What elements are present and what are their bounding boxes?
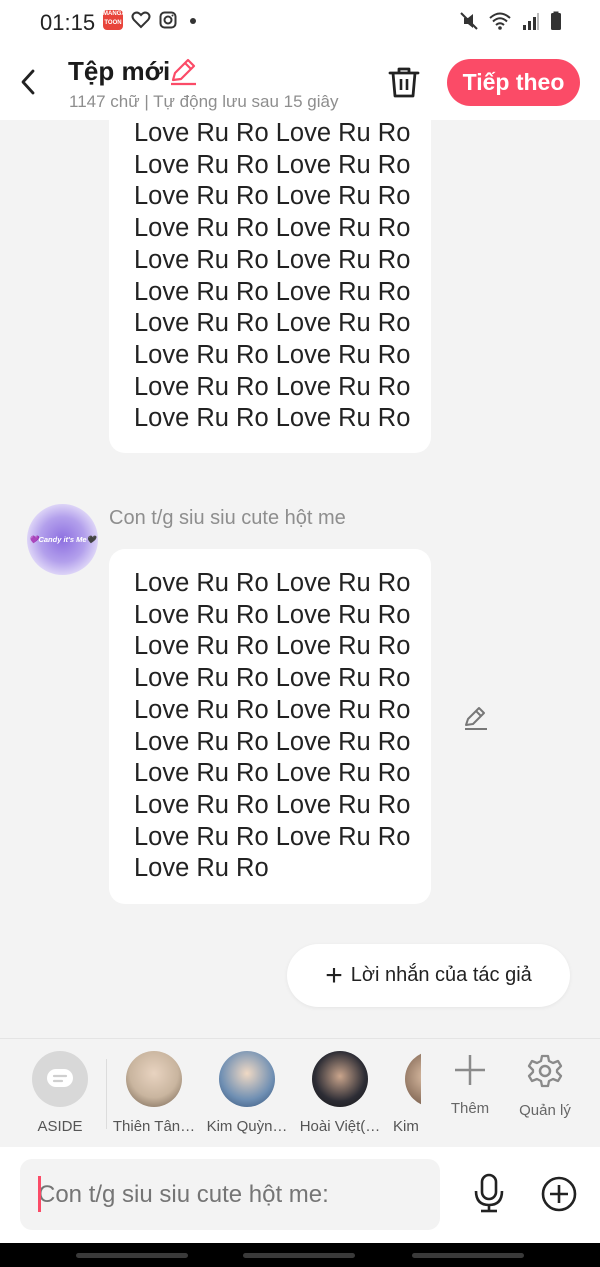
character-name: Kim [393,1118,419,1135]
message-line: Love Ru Ro Love Ru Ro [134,182,411,211]
status-time: 01:15 [40,10,96,35]
aside-circle [32,1051,88,1107]
author-note-label: Lời nhắn của tác giả [350,964,532,986]
character-item[interactable]: Thiên Tân… [109,1051,199,1135]
manage-button[interactable]: Quản lý [505,1053,585,1119]
chevron-left-icon [21,69,35,95]
aside-button[interactable]: ASIDE [15,1051,105,1135]
text-caret [38,1176,41,1212]
status-bar: 01:15 MANGA TOON [0,0,600,44]
wifi-icon [489,12,511,30]
avatar [126,1051,182,1107]
add-circle-icon[interactable] [540,1175,578,1213]
trash-icon[interactable] [386,64,422,100]
message-line: Love Ru Ro Love Ru Ro [134,277,411,306]
chat-bubble-icon [47,1069,73,1087]
avatar [312,1051,368,1107]
divider [106,1059,107,1129]
character-item[interactable]: Hoài Việt(… [295,1051,385,1135]
message-line: Love Ru Ro Love Ru Ro [134,372,411,401]
avatar [405,1051,421,1107]
add-label: Thêm [450,1100,490,1117]
message-line: Love Ru Ro Love Ru Ro [134,309,411,338]
mangatoon-app-icon: MANGA TOON [103,10,123,30]
sender-name: Con t/g siu siu cute hột me [109,507,346,529]
message-line: Love Ru Ro Love Ru Ro [134,569,411,597]
page-title: Tệp mới [68,56,171,86]
story-content[interactable]: Love Ru Ro Love Ru Ro Love Ru Ro Love Ru… [0,120,600,1038]
message-line: Love Ru Ro Love Ru Ro [134,404,411,433]
message-line: Love Ru Ro Love Ru Ro [134,727,411,756]
sender-avatar[interactable]: 💜Candy it's Me🖤 [27,504,98,575]
plus-icon [455,1055,485,1085]
message-line: Love Ru Ro Love Ru Ro [134,214,411,243]
message-line: Love Ru Ro Love Ru Ro [134,120,411,147]
plus-icon: + [325,958,343,992]
message-line: Love Ru Ro Love Ru Ro [134,790,411,819]
editor-header: Tệp mới 1147 chữ | Tự động lưu sau 15 gi… [0,44,600,120]
sender-avatar-text: 💜Candy it's Me🖤 [29,535,96,544]
composer [0,1147,600,1243]
mute-icon [460,12,478,30]
status-app-icons: MANGA TOON [103,10,199,30]
system-nav-bar [0,1243,600,1267]
add-character-button[interactable]: Thêm [430,1053,510,1117]
status-system-icons [460,11,562,31]
microphone-icon[interactable] [470,1173,508,1213]
message-line: Love Ru Ro Love Ru Ro [134,664,411,693]
pencil-icon[interactable] [168,56,198,86]
character-item[interactable]: Kim [389,1051,421,1135]
message-line: Love Ru Ro Love Ru Ro [134,150,411,179]
next-button[interactable]: Tiếp theo [447,59,580,106]
message-bubble[interactable]: Love Ru Ro Love Ru Ro Love Ru Ro Love Ru… [109,549,431,904]
edit-message-icon[interactable] [462,704,490,732]
message-line: Love Ru Ro Love Ru Ro [134,340,411,369]
message-line: Love Ru Ro Love Ru Ro [134,695,411,724]
avatar [219,1051,275,1107]
message-line: Love Ru Ro Love Ru Ro [134,759,411,788]
aside-label: ASIDE [37,1118,83,1135]
gear-icon [527,1054,563,1088]
message-input[interactable] [20,1159,440,1230]
message-line: Love Ru Ro [134,854,269,883]
message-line: Love Ru Ro Love Ru Ro [134,822,411,851]
instagram-icon [159,11,177,29]
nav-recent-button[interactable] [76,1253,188,1258]
back-button[interactable] [14,64,42,100]
message-line: Love Ru Ro Love Ru Ro [134,632,411,661]
battery-icon [551,11,561,30]
message-line: Love Ru Ro Love Ru Ro [134,245,411,274]
dot-icon [190,18,196,24]
message-bubble[interactable]: Love Ru Ro Love Ru Ro Love Ru Ro Love Ru… [109,120,431,453]
character-item[interactable]: Kim Quỳn… [202,1051,292,1135]
heart-app-icon [131,11,151,29]
author-note-button[interactable]: + Lời nhắn của tác giả [287,944,570,1007]
manage-label: Quản lý [519,1102,571,1119]
character-name: Kim Quỳn… [206,1118,288,1135]
nav-home-button[interactable] [243,1253,355,1258]
character-name: Thiên Tân… [112,1118,196,1135]
nav-back-button[interactable] [412,1253,524,1258]
message-line: Love Ru Ro Love Ru Ro [134,600,411,629]
character-bar: ASIDE Thiên Tân… Kim Quỳn… Hoài Việt(… K… [0,1038,600,1148]
character-name: Hoài Việt(… [299,1118,381,1135]
word-count-autosave: 1147 chữ | Tự động lưu sau 15 giây [69,92,339,111]
signal-icon [523,13,539,30]
